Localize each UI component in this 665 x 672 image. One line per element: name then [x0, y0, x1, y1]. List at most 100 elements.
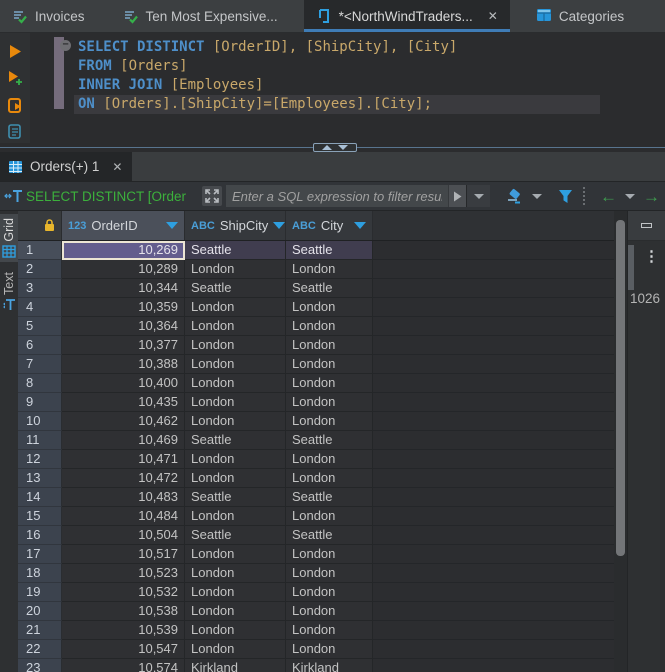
cell-city[interactable]: London	[286, 298, 373, 317]
cell-shipcity[interactable]: London	[185, 260, 286, 279]
minimize-icon[interactable]	[641, 223, 652, 228]
filter-funnel-icon[interactable]	[554, 185, 576, 207]
tab-invoices[interactable]: Invoices	[0, 0, 97, 32]
row-number[interactable]: 10	[18, 412, 62, 431]
cell-orderid[interactable]: 10,483	[62, 488, 185, 507]
cell-city[interactable]: London	[286, 621, 373, 640]
cell-orderid[interactable]: 10,532	[62, 583, 185, 602]
cell-city[interactable]: London	[286, 640, 373, 659]
cell-city[interactable]: London	[286, 355, 373, 374]
cell-orderid[interactable]: 10,547	[62, 640, 185, 659]
cell-city[interactable]: London	[286, 393, 373, 412]
cell-city[interactable]: London	[286, 317, 373, 336]
cell-shipcity[interactable]: Seattle	[185, 431, 286, 450]
apply-filter-icon[interactable]	[448, 185, 466, 207]
presentation-tab-grid[interactable]: Grid	[0, 214, 18, 262]
cell-city[interactable]: London	[286, 336, 373, 355]
cell-shipcity[interactable]: Seattle	[185, 488, 286, 507]
filter-history-dropdown-icon[interactable]	[466, 185, 490, 207]
row-number[interactable]: 20	[18, 602, 62, 621]
cell-city[interactable]: London	[286, 564, 373, 583]
fetch-dropdown-icon[interactable]	[617, 185, 643, 207]
cell-orderid[interactable]: 10,504	[62, 526, 185, 545]
cell-orderid[interactable]: 10,435	[62, 393, 185, 412]
editor-results-splitter[interactable]	[0, 143, 665, 152]
cell-city[interactable]: Seattle	[286, 526, 373, 545]
execute-statement-icon[interactable]	[6, 42, 24, 60]
sql-code-area[interactable]: − SELECT DISTINCT [OrderID], [ShipCity],…	[30, 33, 665, 143]
cell-shipcity[interactable]: London	[185, 374, 286, 393]
row-number[interactable]: 16	[18, 526, 62, 545]
fold-marker-icon[interactable]: −	[60, 40, 71, 51]
cell-shipcity[interactable]: London	[185, 564, 286, 583]
cell-shipcity[interactable]: London	[185, 317, 286, 336]
cell-shipcity[interactable]: London	[185, 355, 286, 374]
cell-orderid[interactable]: 10,471	[62, 450, 185, 469]
cell-city[interactable]: Seattle	[286, 279, 373, 298]
cell-orderid[interactable]: 10,517	[62, 545, 185, 564]
row-number[interactable]: 6	[18, 336, 62, 355]
row-number[interactable]: 2	[18, 260, 62, 279]
cell-shipcity[interactable]: Seattle	[185, 279, 286, 298]
row-number[interactable]: 21	[18, 621, 62, 640]
row-number[interactable]: 3	[18, 279, 62, 298]
row-number[interactable]: 11	[18, 431, 62, 450]
collapse-down-icon[interactable]	[338, 145, 348, 150]
explain-plan-icon[interactable]	[6, 123, 24, 141]
cell-orderid[interactable]: 10,523	[62, 564, 185, 583]
cell-city[interactable]: Seattle	[286, 488, 373, 507]
cell-orderid[interactable]: 10,359	[62, 298, 185, 317]
scrollbar-thumb[interactable]	[616, 220, 625, 556]
cell-shipcity[interactable]: London	[185, 450, 286, 469]
erase-filter-icon[interactable]	[504, 185, 526, 207]
cell-city[interactable]: London	[286, 583, 373, 602]
cell-city[interactable]: London	[286, 374, 373, 393]
sort-dropdown-icon[interactable]	[166, 222, 178, 229]
cell-shipcity[interactable]: London	[185, 298, 286, 317]
cell-shipcity[interactable]: London	[185, 412, 286, 431]
cell-orderid[interactable]: 10,289	[62, 260, 185, 279]
filter-expression-input[interactable]	[226, 185, 448, 207]
panel-drag-handle[interactable]	[628, 245, 634, 290]
cell-city[interactable]: London	[286, 507, 373, 526]
cell-orderid[interactable]: 10,344	[62, 279, 185, 298]
execute-script-icon[interactable]	[6, 96, 24, 114]
cell-city[interactable]: London	[286, 412, 373, 431]
cell-orderid[interactable]: 10,400	[62, 374, 185, 393]
cell-city[interactable]: London	[286, 602, 373, 621]
row-number[interactable]: 1	[18, 241, 62, 260]
presentation-tab-text[interactable]: Text	[0, 268, 18, 316]
grid-corner-cell[interactable]	[18, 211, 62, 240]
cell-shipcity[interactable]: London	[185, 640, 286, 659]
cell-orderid[interactable]: 10,484	[62, 507, 185, 526]
tab-ten-most-expensive[interactable]: Ten Most Expensive...	[111, 0, 290, 32]
sort-dropdown-icon[interactable]	[354, 222, 366, 229]
cell-orderid[interactable]: 10,469	[62, 431, 185, 450]
row-number[interactable]: 19	[18, 583, 62, 602]
cell-city[interactable]: London	[286, 260, 373, 279]
cell-shipcity[interactable]: London	[185, 602, 286, 621]
row-number[interactable]: 14	[18, 488, 62, 507]
fetch-previous-icon[interactable]: ←	[600, 185, 617, 207]
column-header-orderid[interactable]: 123 OrderID	[62, 211, 185, 240]
cell-orderid[interactable]: 10,388	[62, 355, 185, 374]
row-number[interactable]: 7	[18, 355, 62, 374]
execute-new-tab-icon[interactable]	[6, 69, 24, 87]
cell-shipcity[interactable]: London	[185, 393, 286, 412]
cell-shipcity[interactable]: Seattle	[185, 241, 286, 260]
cell-orderid[interactable]: 10,539	[62, 621, 185, 640]
sort-dropdown-icon[interactable]	[273, 222, 285, 229]
cell-shipcity[interactable]: London	[185, 336, 286, 355]
tab-categories[interactable]: Categories	[524, 0, 636, 32]
cell-shipcity[interactable]: Seattle	[185, 526, 286, 545]
cell-shipcity[interactable]: London	[185, 583, 286, 602]
cell-city[interactable]: London	[286, 450, 373, 469]
cell-orderid[interactable]: 10,472	[62, 469, 185, 488]
row-number[interactable]: 22	[18, 640, 62, 659]
cell-city[interactable]: Seattle	[286, 241, 373, 260]
row-number[interactable]: 9	[18, 393, 62, 412]
cell-shipcity[interactable]: London	[185, 469, 286, 488]
tab-northwindtraders-active[interactable]: *<NorthWindTraders... ✕	[304, 0, 510, 32]
cell-orderid[interactable]: 10,364	[62, 317, 185, 336]
row-number[interactable]: 18	[18, 564, 62, 583]
